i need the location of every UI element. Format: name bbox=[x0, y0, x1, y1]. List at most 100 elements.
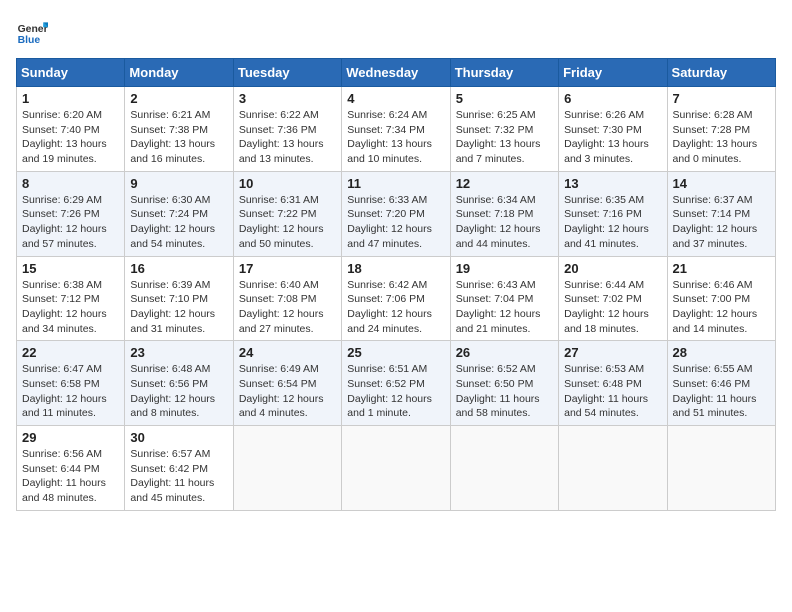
calendar-table: Sunday Monday Tuesday Wednesday Thursday… bbox=[16, 58, 776, 511]
header-friday: Friday bbox=[559, 59, 667, 87]
day-info: Sunrise: 6:56 AMSunset: 6:44 PMDaylight:… bbox=[22, 447, 119, 506]
day-cell: 26 Sunrise: 6:52 AMSunset: 6:50 PMDayligh… bbox=[450, 341, 558, 426]
day-number: 1 bbox=[22, 91, 119, 106]
day-number: 24 bbox=[239, 345, 336, 360]
day-info: Sunrise: 6:52 AMSunset: 6:50 PMDaylight:… bbox=[456, 362, 553, 421]
day-cell: 28Sunrise: 6:55 AMSunset: 6:46 PMDayligh… bbox=[667, 341, 775, 426]
day-number: 15 bbox=[22, 261, 119, 276]
day-number: 23 bbox=[130, 345, 227, 360]
day-number: 29 bbox=[22, 430, 119, 445]
day-cell: 1 Sunrise: 6:20 AMSunset: 7:40 PMDaylight… bbox=[17, 87, 125, 172]
day-cell: 23 Sunrise: 6:48 AMSunset: 6:56 PMDayligh… bbox=[125, 341, 233, 426]
day-number: 14 bbox=[673, 176, 770, 191]
day-info: Sunrise: 6:33 AMSunset: 7:20 PMDaylight:… bbox=[347, 193, 444, 252]
day-cell: 11 Sunrise: 6:33 AMSunset: 7:20 PMDayligh… bbox=[342, 171, 450, 256]
day-cell: 8 Sunrise: 6:29 AMSunset: 7:26 PMDaylight… bbox=[17, 171, 125, 256]
day-cell: 19 Sunrise: 6:43 AMSunset: 7:04 PMDayligh… bbox=[450, 256, 558, 341]
day-cell: 27 Sunrise: 6:53 AMSunset: 6:48 PMDayligh… bbox=[559, 341, 667, 426]
day-info: Sunrise: 6:26 AMSunset: 7:30 PMDaylight:… bbox=[564, 108, 661, 167]
day-number: 17 bbox=[239, 261, 336, 276]
day-info: Sunrise: 6:47 AMSunset: 6:58 PMDaylight:… bbox=[22, 362, 119, 421]
day-number: 3 bbox=[239, 91, 336, 106]
calendar-row: 8 Sunrise: 6:29 AMSunset: 7:26 PMDaylight… bbox=[17, 171, 776, 256]
day-info: Sunrise: 6:24 AMSunset: 7:34 PMDaylight:… bbox=[347, 108, 444, 167]
day-info: Sunrise: 6:20 AMSunset: 7:40 PMDaylight:… bbox=[22, 108, 119, 167]
header-wednesday: Wednesday bbox=[342, 59, 450, 87]
day-info: Sunrise: 6:35 AMSunset: 7:16 PMDaylight:… bbox=[564, 193, 661, 252]
day-cell: 7 Sunrise: 6:28 AMSunset: 7:28 PMDaylight… bbox=[667, 87, 775, 172]
day-cell: 24 Sunrise: 6:49 AMSunset: 6:54 PMDayligh… bbox=[233, 341, 341, 426]
day-cell: 5Sunrise: 6:25 AMSunset: 7:32 PMDaylight… bbox=[450, 87, 558, 172]
day-info: Sunrise: 6:29 AMSunset: 7:26 PMDaylight:… bbox=[22, 193, 119, 252]
day-cell: 13 Sunrise: 6:35 AMSunset: 7:16 PMDayligh… bbox=[559, 171, 667, 256]
day-info: Sunrise: 6:43 AMSunset: 7:04 PMDaylight:… bbox=[456, 278, 553, 337]
day-number: 4 bbox=[347, 91, 444, 106]
day-cell: 29 Sunrise: 6:56 AMSunset: 6:44 PMDayligh… bbox=[17, 426, 125, 511]
day-number: 25 bbox=[347, 345, 444, 360]
calendar-row: 15Sunrise: 6:38 AMSunset: 7:12 PMDayligh… bbox=[17, 256, 776, 341]
day-number: 16 bbox=[130, 261, 227, 276]
day-info: Sunrise: 6:42 AMSunset: 7:06 PMDaylight:… bbox=[347, 278, 444, 337]
day-info: Sunrise: 6:34 AMSunset: 7:18 PMDaylight:… bbox=[456, 193, 553, 252]
calendar-row: 22 Sunrise: 6:47 AMSunset: 6:58 PMDayligh… bbox=[17, 341, 776, 426]
day-number: 8 bbox=[22, 176, 119, 191]
day-info: Sunrise: 6:44 AMSunset: 7:02 PMDaylight:… bbox=[564, 278, 661, 337]
header-sunday: Sunday bbox=[17, 59, 125, 87]
empty-cell bbox=[559, 426, 667, 511]
day-number: 2 bbox=[130, 91, 227, 106]
day-info: Sunrise: 6:46 AMSunset: 7:00 PMDaylight:… bbox=[673, 278, 770, 337]
day-info: Sunrise: 6:37 AMSunset: 7:14 PMDaylight:… bbox=[673, 193, 770, 252]
day-info: Sunrise: 6:30 AMSunset: 7:24 PMDaylight:… bbox=[130, 193, 227, 252]
day-cell: 22 Sunrise: 6:47 AMSunset: 6:58 PMDayligh… bbox=[17, 341, 125, 426]
day-info: Sunrise: 6:49 AMSunset: 6:54 PMDaylight:… bbox=[239, 362, 336, 421]
day-cell: 12 Sunrise: 6:34 AMSunset: 7:18 PMDayligh… bbox=[450, 171, 558, 256]
day-number: 5 bbox=[456, 91, 553, 106]
day-info: Sunrise: 6:21 AMSunset: 7:38 PMDaylight:… bbox=[130, 108, 227, 167]
day-number: 27 bbox=[564, 345, 661, 360]
day-cell: 4 Sunrise: 6:24 AMSunset: 7:34 PMDaylight… bbox=[342, 87, 450, 172]
day-info: Sunrise: 6:22 AMSunset: 7:36 PMDaylight:… bbox=[239, 108, 336, 167]
day-cell: 17 Sunrise: 6:40 AMSunset: 7:08 PMDayligh… bbox=[233, 256, 341, 341]
day-cell: 6 Sunrise: 6:26 AMSunset: 7:30 PMDaylight… bbox=[559, 87, 667, 172]
day-cell: 21 Sunrise: 6:46 AMSunset: 7:00 PMDayligh… bbox=[667, 256, 775, 341]
day-number: 11 bbox=[347, 176, 444, 191]
day-info: Sunrise: 6:40 AMSunset: 7:08 PMDaylight:… bbox=[239, 278, 336, 337]
day-info: Sunrise: 6:28 AMSunset: 7:28 PMDaylight:… bbox=[673, 108, 770, 167]
empty-cell bbox=[667, 426, 775, 511]
header-thursday: Thursday bbox=[450, 59, 558, 87]
day-cell: 20Sunrise: 6:44 AMSunset: 7:02 PMDayligh… bbox=[559, 256, 667, 341]
day-cell: 30Sunrise: 6:57 AMSunset: 6:42 PMDayligh… bbox=[125, 426, 233, 511]
day-cell: 18 Sunrise: 6:42 AMSunset: 7:06 PMDayligh… bbox=[342, 256, 450, 341]
days-header-row: Sunday Monday Tuesday Wednesday Thursday… bbox=[17, 59, 776, 87]
day-number: 6 bbox=[564, 91, 661, 106]
empty-cell bbox=[233, 426, 341, 511]
day-cell: 2 Sunrise: 6:21 AMSunset: 7:38 PMDaylight… bbox=[125, 87, 233, 172]
day-number: 12 bbox=[456, 176, 553, 191]
day-info: Sunrise: 6:51 AMSunset: 6:52 PMDaylight:… bbox=[347, 362, 444, 421]
day-number: 13 bbox=[564, 176, 661, 191]
day-number: 18 bbox=[347, 261, 444, 276]
day-cell: 9 Sunrise: 6:30 AMSunset: 7:24 PMDaylight… bbox=[125, 171, 233, 256]
empty-cell bbox=[450, 426, 558, 511]
header-saturday: Saturday bbox=[667, 59, 775, 87]
day-cell: 14 Sunrise: 6:37 AMSunset: 7:14 PMDayligh… bbox=[667, 171, 775, 256]
day-number: 10 bbox=[239, 176, 336, 191]
day-number: 21 bbox=[673, 261, 770, 276]
day-info: Sunrise: 6:39 AMSunset: 7:10 PMDaylight:… bbox=[130, 278, 227, 337]
day-number: 19 bbox=[456, 261, 553, 276]
day-number: 22 bbox=[22, 345, 119, 360]
day-info: Sunrise: 6:48 AMSunset: 6:56 PMDaylight:… bbox=[130, 362, 227, 421]
day-info: Sunrise: 6:53 AMSunset: 6:48 PMDaylight:… bbox=[564, 362, 661, 421]
day-cell: 3 Sunrise: 6:22 AMSunset: 7:36 PMDaylight… bbox=[233, 87, 341, 172]
day-info: Sunrise: 6:31 AMSunset: 7:22 PMDaylight:… bbox=[239, 193, 336, 252]
day-number: 9 bbox=[130, 176, 227, 191]
page-header: General Blue bbox=[16, 16, 776, 48]
day-number: 26 bbox=[456, 345, 553, 360]
day-info: Sunrise: 6:55 AMSunset: 6:46 PMDaylight:… bbox=[673, 362, 770, 421]
logo-icon: General Blue bbox=[16, 16, 48, 48]
svg-text:Blue: Blue bbox=[18, 35, 41, 46]
day-number: 7 bbox=[673, 91, 770, 106]
empty-cell bbox=[342, 426, 450, 511]
calendar-row: 29 Sunrise: 6:56 AMSunset: 6:44 PMDayligh… bbox=[17, 426, 776, 511]
day-number: 30 bbox=[130, 430, 227, 445]
